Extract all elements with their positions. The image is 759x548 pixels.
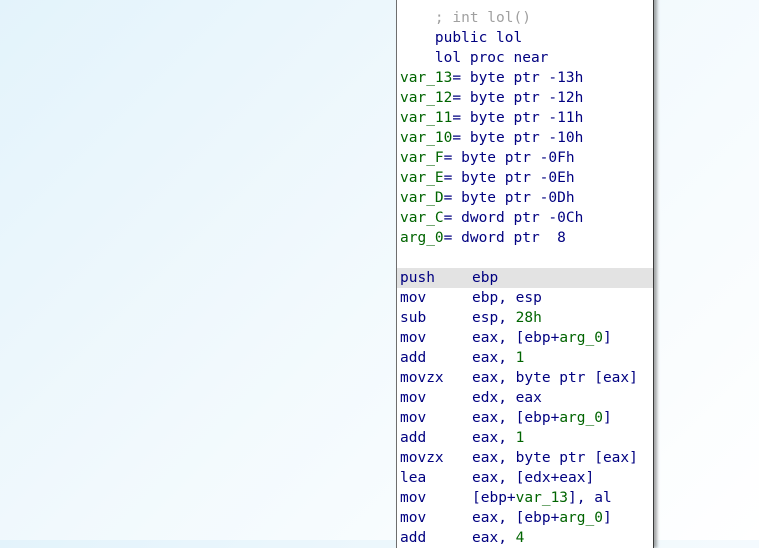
instruction-line[interactable]: mov ebp, esp xyxy=(397,288,653,308)
stack-variable-name[interactable]: var_D xyxy=(400,190,444,206)
instruction-mnemonic[interactable]: lea xyxy=(400,468,472,488)
instruction-line[interactable]: mov edx, eax xyxy=(397,388,653,408)
stack-variable-name[interactable]: var_11 xyxy=(400,110,452,126)
stack-variable-line[interactable]: var_12= byte ptr -12h xyxy=(397,88,653,108)
instruction-line[interactable]: mov eax, [ebp+arg_0] xyxy=(397,508,653,528)
stack-variable-definition: = dword ptr -0Ch xyxy=(443,210,584,226)
stack-variable-line[interactable]: var_C= dword ptr -0Ch xyxy=(397,208,653,228)
instruction-operand-suffix: ] xyxy=(602,330,612,346)
operand-variable[interactable]: 4 xyxy=(516,530,525,546)
instruction-mnemonic[interactable]: movzx xyxy=(400,368,472,388)
instruction-mnemonic[interactable]: sub xyxy=(400,308,472,328)
stack-variable-name[interactable]: var_F xyxy=(400,150,444,166)
instruction-operand[interactable]: [ebp+ xyxy=(472,490,516,506)
instruction-operand[interactable]: eax, [edx+eax] xyxy=(472,470,594,486)
instruction-operand-suffix: ] xyxy=(602,410,612,426)
instruction-line[interactable]: mov eax, [ebp+arg_0] xyxy=(397,408,653,428)
instruction-operand[interactable]: eax, xyxy=(472,430,516,446)
stack-variable-definition: = byte ptr -13h xyxy=(452,70,584,86)
stack-variable-line[interactable]: arg_0= dword ptr 8 xyxy=(397,228,653,248)
instruction-line[interactable]: push ebp xyxy=(397,268,653,288)
instruction-operand[interactable]: esp, xyxy=(472,310,516,326)
stack-variable-line[interactable]: var_11= byte ptr -11h xyxy=(397,108,653,128)
stack-variable-name[interactable]: arg_0 xyxy=(400,230,444,246)
stack-variable-name[interactable]: var_E xyxy=(400,170,444,186)
stack-variable-definition: = byte ptr -0Eh xyxy=(443,170,575,186)
instruction-line[interactable]: mov eax, [ebp+arg_0] xyxy=(397,328,653,348)
stack-variable-definition: = byte ptr -0Dh xyxy=(443,190,575,206)
instruction-mnemonic[interactable]: mov xyxy=(400,508,472,528)
instruction-mnemonic[interactable]: add xyxy=(400,528,472,548)
instruction-line[interactable]: add eax, 1 xyxy=(397,348,653,368)
operand-variable[interactable]: 1 xyxy=(516,430,525,446)
instruction-operand[interactable]: eax, byte ptr [eax] xyxy=(472,450,638,466)
stack-variable-line[interactable]: var_E= byte ptr -0Eh xyxy=(397,168,653,188)
stack-variable-definition: = byte ptr -0Fh xyxy=(443,150,575,166)
instruction-mnemonic[interactable]: mov xyxy=(400,388,472,408)
instruction-operand-suffix: ] xyxy=(602,510,612,526)
instruction-mnemonic[interactable]: add xyxy=(400,428,472,448)
stack-variable-definition: = dword ptr 8 xyxy=(443,230,566,246)
instruction-operand[interactable]: eax, xyxy=(472,350,516,366)
instruction-mnemonic[interactable]: mov xyxy=(400,408,472,428)
instruction-operand[interactable]: eax, xyxy=(472,530,516,546)
instruction-line[interactable]: movzx eax, byte ptr [eax] xyxy=(397,448,653,468)
public-declaration-line[interactable]: public lol xyxy=(397,8,653,46)
stack-variable-line[interactable]: var_F= byte ptr -0Fh xyxy=(397,148,653,168)
stack-variable-definition: = byte ptr -11h xyxy=(452,110,584,126)
proc-declaration: lol proc near xyxy=(434,50,549,66)
instruction-operand[interactable]: eax, [ebp+ xyxy=(472,330,559,346)
instruction-line[interactable]: add eax, 4 xyxy=(397,528,653,548)
instruction-operand[interactable]: eax, byte ptr [eax] xyxy=(472,370,638,386)
operand-variable[interactable]: 1 xyxy=(516,350,525,366)
instruction-mnemonic[interactable]: push xyxy=(400,268,472,288)
instruction-operand[interactable]: edx, eax xyxy=(472,390,542,406)
stack-variable-name[interactable]: var_12 xyxy=(400,90,452,106)
instruction-operand[interactable]: eax, [ebp+ xyxy=(472,510,559,526)
operand-variable[interactable]: 28h xyxy=(516,310,542,326)
instruction-mnemonic[interactable]: add xyxy=(400,348,472,368)
instruction-line[interactable]: sub esp, 28h xyxy=(397,308,653,328)
stack-variable-name[interactable]: var_10 xyxy=(400,130,452,146)
stack-variable-line[interactable]: var_13= byte ptr -13h xyxy=(397,68,653,88)
stack-variable-definition: = byte ptr -12h xyxy=(452,90,584,106)
proc-declaration-line[interactable]: lol proc near xyxy=(397,28,653,66)
operand-variable[interactable]: arg_0 xyxy=(559,510,603,526)
stack-variable-line[interactable]: var_D= byte ptr -0Dh xyxy=(397,188,653,208)
instruction-mnemonic[interactable]: mov xyxy=(400,288,472,308)
instruction-mnemonic[interactable]: movzx xyxy=(400,448,472,468)
instruction-operand[interactable]: eax, [ebp+ xyxy=(472,410,559,426)
instruction-mnemonic[interactable]: mov xyxy=(400,488,472,508)
stack-variable-name[interactable]: var_13 xyxy=(400,70,452,86)
instruction-operand-suffix: ], al xyxy=(568,490,612,506)
function-comment-line[interactable]: ; int lol() xyxy=(397,0,653,26)
operand-variable[interactable]: arg_0 xyxy=(559,410,603,426)
instruction-mnemonic[interactable]: mov xyxy=(400,328,472,348)
instruction-operand[interactable]: ebp, esp xyxy=(472,290,542,306)
instruction-line[interactable]: lea eax, [edx+eax] xyxy=(397,468,653,488)
stack-variable-definition: = byte ptr -10h xyxy=(452,130,584,146)
operand-variable[interactable]: arg_0 xyxy=(559,330,603,346)
instruction-operand[interactable]: ebp xyxy=(472,270,498,286)
instruction-line[interactable]: mov [ebp+var_13], al xyxy=(397,488,653,508)
disassembly-graph-node[interactable]: ; int lol() public lol lol proc near var… xyxy=(396,0,654,548)
stack-variable-name[interactable]: var_C xyxy=(400,210,444,226)
stack-variable-line[interactable]: var_10= byte ptr -10h xyxy=(397,128,653,148)
instruction-line[interactable]: movzx eax, byte ptr [eax] xyxy=(397,368,653,388)
instruction-line[interactable]: add eax, 1 xyxy=(397,428,653,448)
operand-variable[interactable]: var_13 xyxy=(516,490,568,506)
